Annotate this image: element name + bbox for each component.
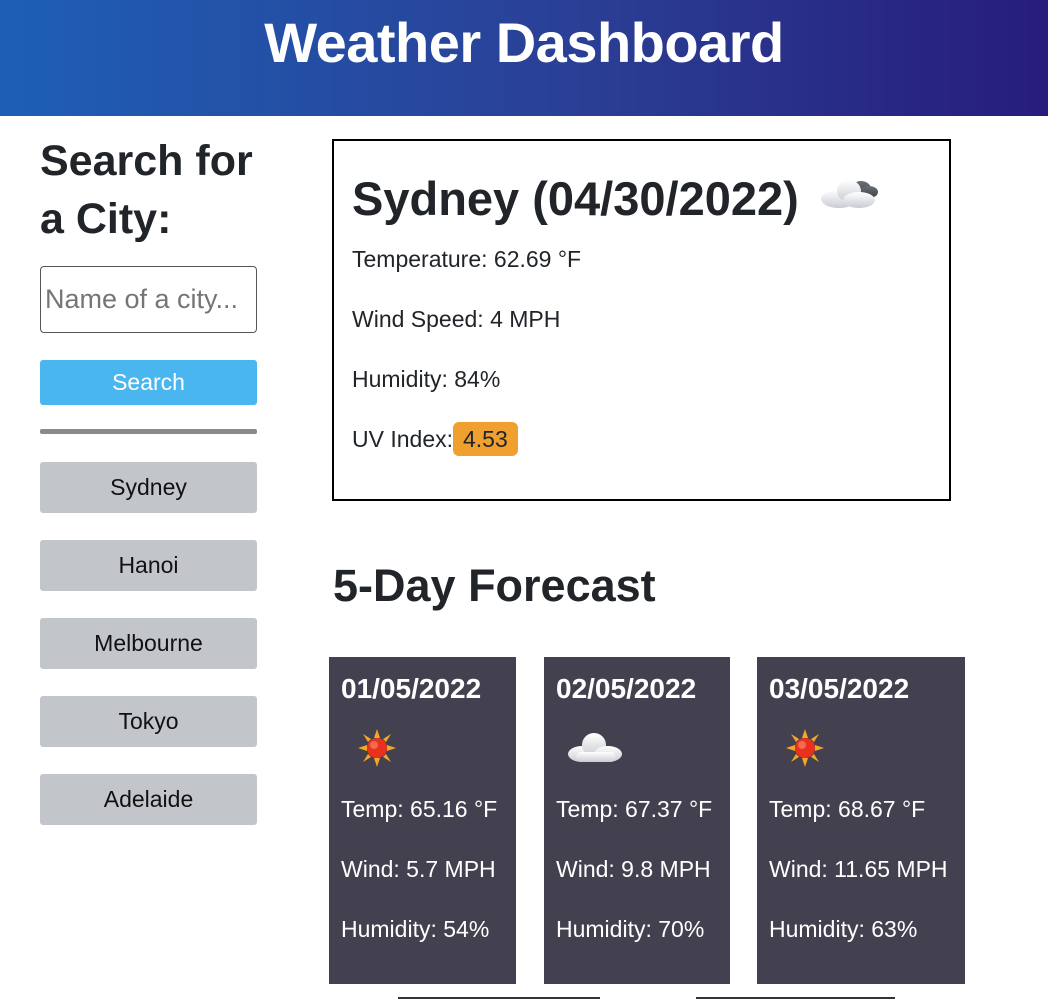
search-button[interactable]: Search	[40, 360, 257, 405]
search-history: Sydney Hanoi Melbourne Tokyo Adelaide	[40, 462, 257, 825]
sun-icon	[341, 717, 504, 779]
history-button-tokyo[interactable]: Tokyo	[40, 696, 257, 747]
current-humidity: Humidity: 84%	[352, 366, 501, 392]
current-wind-speed: Wind Speed: 4 MPH	[352, 306, 561, 332]
forecast-date: 01/05/2022	[341, 673, 482, 704]
current-city-date: Sydney (04/30/2022)	[352, 172, 799, 225]
forecast-date: 02/05/2022	[556, 673, 697, 704]
cloud-icon	[556, 717, 718, 779]
cloudy-icon	[817, 171, 883, 227]
sun-icon	[769, 717, 953, 779]
city-search-input[interactable]	[40, 266, 257, 333]
forecast-wind: Wind: 9.8 MPH	[556, 856, 711, 882]
forecast-temp: Temp: 68.67 °F	[769, 796, 926, 822]
forecast-temp: Temp: 67.37 °F	[556, 796, 713, 822]
card-edge	[696, 997, 895, 999]
card-edge	[398, 997, 600, 999]
history-button-sydney[interactable]: Sydney	[40, 462, 257, 513]
forecast-card: 03/05/2022 Temp: 68.67 °F Wind: 11.65 MP…	[757, 657, 965, 984]
uv-index-label: UV Index:	[352, 426, 453, 452]
current-weather-card: Sydney (04/30/2022) Temperature: 62.69 °…	[332, 139, 951, 501]
forecast-card: 01/05/2022 Temp: 65.16 °F Wind: 5.7 MPH	[329, 657, 516, 984]
forecast-humidity: Humidity: 63%	[769, 916, 918, 942]
forecast-card: 02/05/2022 Temp: 67.37 °F Wind: 9.8 MPH …	[544, 657, 730, 984]
search-sidebar: Search for a City: Search Sydney Hanoi M…	[40, 132, 257, 852]
forecast-humidity: Humidity: 70%	[556, 916, 705, 942]
current-temperature: Temperature: 62.69 °F	[352, 246, 582, 272]
page-header: Weather Dashboard	[0, 0, 1048, 116]
forecast-wind: Wind: 5.7 MPH	[341, 856, 496, 882]
history-button-hanoi[interactable]: Hanoi	[40, 540, 257, 591]
forecast-title: 5-Day Forecast	[333, 560, 656, 611]
forecast-wind: Wind: 11.65 MPH	[769, 856, 948, 882]
history-button-melbourne[interactable]: Melbourne	[40, 618, 257, 669]
sidebar-divider	[40, 429, 257, 434]
current-uv-index: UV Index: 4.53	[352, 409, 931, 469]
page-title: Weather Dashboard	[264, 11, 784, 74]
forecast-humidity: Humidity: 54%	[341, 916, 490, 942]
history-button-adelaide[interactable]: Adelaide	[40, 774, 257, 825]
forecast-date: 03/05/2022	[769, 673, 910, 704]
current-weather-heading: Sydney (04/30/2022)	[352, 171, 931, 227]
uv-index-badge: 4.53	[453, 422, 518, 456]
search-heading: Search for a City:	[40, 137, 253, 243]
forecast-temp: Temp: 65.16 °F	[341, 796, 498, 822]
